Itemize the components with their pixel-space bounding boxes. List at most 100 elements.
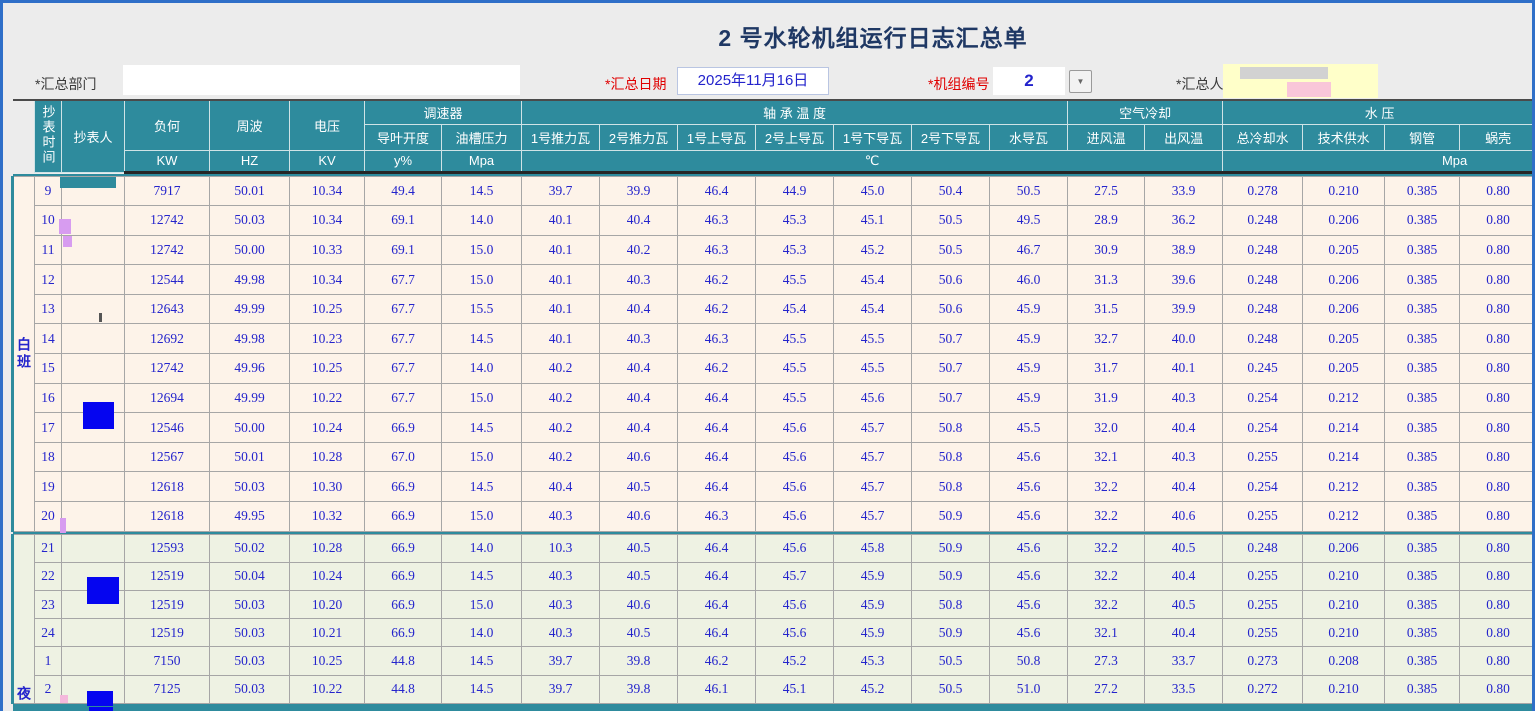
cell-value[interactable]: 45.6 [756,472,834,502]
cell-value[interactable]: 0.385 [1385,206,1460,236]
cell-value[interactable]: 15.0 [442,502,522,532]
cell-person[interactable] [62,534,125,562]
cell-value[interactable]: 0.245 [1223,354,1303,384]
cell-value[interactable]: 50.8 [990,647,1068,675]
cell-value[interactable]: 10.24 [290,413,365,443]
cell-value[interactable]: 0.385 [1385,591,1460,619]
cell-value[interactable]: 14.0 [442,354,522,384]
cell-value[interactable]: 40.1 [522,265,600,295]
cell-value[interactable]: 10.32 [290,502,365,532]
cell-value[interactable]: 7125 [125,675,210,703]
cell-value[interactable]: 0.254 [1223,413,1303,443]
cell-value[interactable]: 50.5 [912,235,990,265]
department-input[interactable] [123,65,520,95]
cell-value[interactable]: 46.4 [678,472,756,502]
cell-value[interactable]: 0.385 [1385,324,1460,354]
cell-value[interactable]: 40.4 [600,413,678,443]
cell-value[interactable]: 45.3 [756,206,834,236]
cell-value[interactable]: 45.5 [990,413,1068,443]
cell-value[interactable]: 32.2 [1068,591,1145,619]
cell-value[interactable]: 50.8 [912,442,990,472]
cell-value[interactable]: 0.385 [1385,442,1460,472]
cell-value[interactable]: 45.3 [834,647,912,675]
cell-value[interactable]: 15.0 [442,383,522,413]
cell-value[interactable]: 50.7 [912,354,990,384]
cell-value[interactable]: 45.6 [990,591,1068,619]
cell-value[interactable]: 0.278 [1223,176,1303,206]
cell-person[interactable] [62,472,125,502]
cell-value[interactable]: 40.5 [600,562,678,590]
cell-value[interactable]: 50.8 [912,472,990,502]
cell-value[interactable]: 10.34 [290,265,365,295]
cell-value[interactable]: 50.9 [912,562,990,590]
cell-value[interactable]: 45.4 [834,294,912,324]
cell-value[interactable]: 0.248 [1223,206,1303,236]
cell-value[interactable]: 0.205 [1303,354,1385,384]
cell-time[interactable]: 20 [35,502,62,532]
cell-value[interactable]: 46.2 [678,354,756,384]
cell-value[interactable]: 40.2 [522,442,600,472]
cell-value[interactable]: 0.80 [1460,235,1535,265]
cell-value[interactable]: 0.210 [1303,619,1385,647]
cell-value[interactable]: 0.80 [1460,591,1535,619]
cell-value[interactable]: 45.2 [834,235,912,265]
cell-value[interactable]: 10.20 [290,591,365,619]
cell-value[interactable]: 0.385 [1385,176,1460,206]
cell-value[interactable]: 45.9 [990,383,1068,413]
cell-value[interactable]: 36.2 [1145,206,1223,236]
cell-value[interactable]: 50.02 [210,534,290,562]
cell-value[interactable]: 40.2 [522,413,600,443]
cell-value[interactable]: 0.80 [1460,442,1535,472]
cell-value[interactable]: 45.3 [756,235,834,265]
cell-value[interactable]: 0.80 [1460,176,1535,206]
cell-value[interactable]: 50.04 [210,562,290,590]
cell-value[interactable]: 39.8 [600,675,678,703]
cell-value[interactable]: 40.3 [522,619,600,647]
cell-value[interactable]: 0.210 [1303,675,1385,703]
cell-value[interactable]: 46.3 [678,206,756,236]
cell-value[interactable]: 40.6 [600,442,678,472]
cell-value[interactable]: 50.03 [210,619,290,647]
cell-value[interactable]: 27.5 [1068,176,1145,206]
cell-value[interactable]: 40.0 [1145,324,1223,354]
cell-value[interactable]: 0.80 [1460,413,1535,443]
cell-value[interactable]: 10.3 [522,534,600,562]
cell-value[interactable]: 45.8 [834,534,912,562]
cell-value[interactable]: 0.248 [1223,534,1303,562]
cell-time[interactable]: 15 [35,354,62,384]
cell-value[interactable]: 32.7 [1068,324,1145,354]
cell-value[interactable]: 0.385 [1385,265,1460,295]
cell-value[interactable]: 45.5 [756,265,834,295]
cell-time[interactable]: 16 [35,383,62,413]
cell-value[interactable]: 50.9 [912,619,990,647]
cell-value[interactable]: 45.6 [990,562,1068,590]
cell-value[interactable]: 69.1 [365,235,442,265]
cell-value[interactable]: 14.5 [442,413,522,443]
cell-value[interactable]: 49.99 [210,294,290,324]
cell-value[interactable]: 32.1 [1068,619,1145,647]
cell-value[interactable]: 40.3 [1145,442,1223,472]
date-field[interactable]: 2025年11月16日 [677,67,829,95]
cell-value[interactable]: 46.3 [678,502,756,532]
cell-value[interactable]: 14.5 [442,176,522,206]
cell-value[interactable]: 45.6 [990,472,1068,502]
cell-value[interactable]: 39.8 [600,647,678,675]
cell-value[interactable]: 50.01 [210,176,290,206]
cell-value[interactable]: 0.254 [1223,383,1303,413]
cell-value[interactable]: 69.1 [365,206,442,236]
cell-value[interactable]: 0.248 [1223,235,1303,265]
cell-value[interactable]: 50.9 [912,534,990,562]
cell-value[interactable]: 45.6 [756,413,834,443]
unit-number-field[interactable]: 2 [993,67,1065,95]
cell-value[interactable]: 0.385 [1385,619,1460,647]
cell-value[interactable]: 44.8 [365,675,442,703]
cell-value[interactable]: 40.4 [1145,472,1223,502]
cell-value[interactable]: 0.208 [1303,647,1385,675]
cell-value[interactable]: 46.4 [678,383,756,413]
cell-value[interactable]: 49.4 [365,176,442,206]
cell-value[interactable]: 50.5 [912,206,990,236]
cell-value[interactable]: 10.25 [290,294,365,324]
cell-value[interactable]: 0.273 [1223,647,1303,675]
cell-value[interactable]: 10.33 [290,235,365,265]
cell-value[interactable]: 44.9 [756,176,834,206]
